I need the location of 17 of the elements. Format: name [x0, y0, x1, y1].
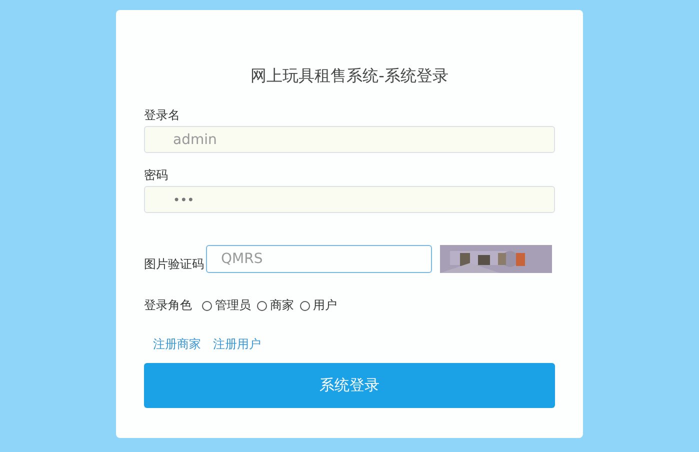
role-option[interactable]: 用户: [300, 297, 337, 314]
username-field[interactable]: admin: [144, 126, 555, 153]
role-option[interactable]: 管理员: [202, 297, 251, 314]
captcha-field[interactable]: QMRS: [206, 245, 432, 273]
field-label: 登录名: [144, 107, 181, 124]
field-label: 图片验证码: [144, 256, 204, 272]
field-label: 密码: [144, 167, 169, 184]
register-link[interactable]: 注册商家: [153, 336, 201, 353]
password-field[interactable]: •••: [144, 186, 555, 213]
login-button[interactable]: 系统登录: [144, 363, 555, 408]
radio-icon[interactable]: [257, 300, 267, 310]
field-label: 登录角色: [144, 297, 192, 314]
register-link[interactable]: 注册用户: [213, 336, 261, 353]
role-option[interactable]: 商家: [257, 297, 294, 314]
form-title: 网上玩具租售系统-系统登录: [250, 66, 450, 87]
radio-icon[interactable]: [202, 300, 212, 310]
radio-icon[interactable]: [300, 300, 310, 310]
